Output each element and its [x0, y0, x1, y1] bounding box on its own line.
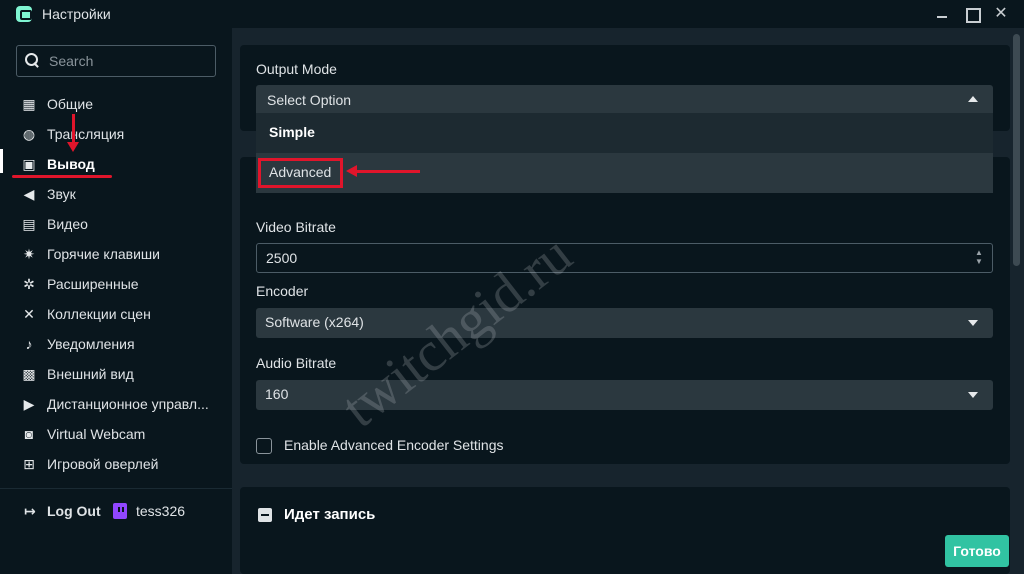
output-mode-label: Output Mode	[256, 61, 337, 77]
output-mode-dropdown: Simple Advanced	[256, 113, 993, 193]
output-mode-select[interactable]: Select Option	[256, 85, 993, 115]
app-logo-icon	[16, 6, 32, 22]
speaker-icon: ◀	[23, 185, 35, 202]
twitch-icon	[113, 503, 127, 519]
advanced-encoder-label: Enable Advanced Encoder Settings	[284, 437, 504, 453]
sidebar-item-label: Коллекции сцен	[47, 306, 151, 322]
overlay-icon: ⊞	[23, 455, 35, 472]
sidebar-item-label: Вывод	[47, 156, 95, 172]
chevron-down-icon	[968, 392, 978, 398]
annotation-arrow-down	[67, 114, 79, 152]
sidebar-item-advanced[interactable]: ✲ Расширенные	[20, 273, 139, 295]
sidebar-item-scene-collections[interactable]: ✕ Коллекции сцен	[20, 303, 151, 325]
logout-icon: ↦	[24, 503, 36, 519]
close-icon[interactable]: ✕	[990, 3, 1012, 25]
search-input[interactable]	[49, 51, 209, 71]
chevron-down-icon	[968, 320, 978, 326]
tools-icon: ✕	[23, 305, 35, 322]
title-bar: Настройки ✕	[0, 0, 1024, 28]
account-info: tess326	[113, 503, 185, 519]
annotation-underline	[12, 175, 112, 178]
search-icon	[25, 53, 39, 67]
sidebar-item-label: Игровой оверлей	[47, 456, 159, 472]
sidebar-item-label: Трансляция	[47, 126, 125, 142]
sidebar-item-game-overlay[interactable]: ⊞ Игровой оверлей	[20, 453, 158, 475]
chevron-up-icon	[968, 96, 978, 102]
sidebar-item-audio[interactable]: ◀ Звук	[20, 183, 76, 205]
globe-icon: ◍	[22, 125, 36, 142]
maximize-icon[interactable]	[961, 3, 983, 25]
annotation-arrow-left	[346, 165, 420, 177]
option-simple[interactable]: Simple	[256, 113, 993, 153]
done-button[interactable]: Готово	[945, 535, 1009, 567]
encoder-label: Encoder	[256, 283, 309, 299]
play-circle-icon: ▶	[23, 395, 35, 412]
sidebar-divider	[0, 488, 232, 489]
sidebar-item-label: Virtual Webcam	[47, 426, 146, 442]
chip-icon: ▣	[22, 155, 36, 172]
search-box[interactable]	[16, 45, 216, 77]
spinner-icon[interactable]: ▲ ▼	[974, 248, 984, 268]
window-title: Настройки	[42, 6, 111, 22]
option-advanced[interactable]: Advanced	[256, 153, 993, 193]
sidebar-item-hotkeys[interactable]: ✷ Горячие клавиши	[20, 243, 160, 265]
sidebar-item-label: Общие	[47, 96, 94, 112]
output-mode-value: Select Option	[267, 92, 352, 108]
sidebar-item-label: Видео	[47, 216, 88, 232]
logout-button[interactable]: ↦ Log Out	[24, 503, 101, 519]
username: tess326	[136, 503, 186, 519]
sidebar-item-output[interactable]: ▣ Вывод	[20, 153, 95, 175]
sidebar-item-general[interactable]: ▦ Общие	[20, 93, 93, 115]
sidebar-item-label: Горячие клавиши	[47, 246, 160, 262]
sidebar-item-remote-control[interactable]: ▶ Дистанционное управл...	[20, 393, 209, 415]
sidebar-item-label: Расширенные	[47, 276, 139, 292]
logout-label: Log Out	[47, 503, 101, 519]
annotation-highlight-box	[258, 158, 343, 188]
grid-icon: ▦	[22, 95, 36, 112]
minimize-icon[interactable]	[931, 3, 953, 25]
encoder-select[interactable]: Software (x264)	[256, 308, 993, 338]
gears-icon: ✲	[23, 275, 35, 292]
sidebar-item-label: Внешний вид	[47, 366, 134, 382]
audio-bitrate-label: Audio Bitrate	[256, 355, 337, 371]
sidebar-item-virtual-webcam[interactable]: ◙ Virtual Webcam	[20, 423, 146, 445]
video-bitrate-value: 2500	[266, 250, 298, 266]
recording-section-title: Идет запись	[284, 506, 376, 523]
advanced-encoder-checkbox[interactable]	[256, 438, 272, 454]
active-indicator	[0, 149, 3, 173]
sidebar-item-label: Звук	[47, 186, 76, 202]
audio-bitrate-select[interactable]: 160	[256, 380, 993, 410]
recording-panel	[240, 487, 1010, 574]
sidebar-item-notifications[interactable]: ♪ Уведомления	[20, 333, 135, 355]
sidebar-item-video[interactable]: ▤ Видео	[20, 213, 88, 235]
collapse-icon[interactable]	[258, 508, 272, 522]
scrollbar[interactable]	[1013, 34, 1020, 266]
sidebar-item-label: Дистанционное управл...	[47, 396, 209, 412]
video-bitrate-label: Video Bitrate	[256, 219, 336, 235]
encoder-value: Software (x264)	[265, 314, 364, 330]
gear-icon: ✷	[23, 245, 35, 262]
sidebar-item-label: Уведомления	[47, 336, 135, 352]
bell-icon: ♪	[25, 336, 33, 352]
settings-content: Output Mode Select Option Simple Advance…	[232, 28, 1024, 574]
palette-icon: ▩	[22, 365, 36, 382]
video-bitrate-input[interactable]: 2500 ▲ ▼	[256, 243, 993, 273]
film-icon: ▤	[22, 215, 36, 232]
camera-icon: ◙	[24, 426, 34, 442]
audio-bitrate-value: 160	[265, 386, 289, 402]
settings-sidebar: ▦ Общие ◍ Трансляция ▣ Вывод ◀ Звук ▤ Ви…	[0, 28, 232, 574]
sidebar-item-appearance[interactable]: ▩ Внешний вид	[20, 363, 134, 385]
